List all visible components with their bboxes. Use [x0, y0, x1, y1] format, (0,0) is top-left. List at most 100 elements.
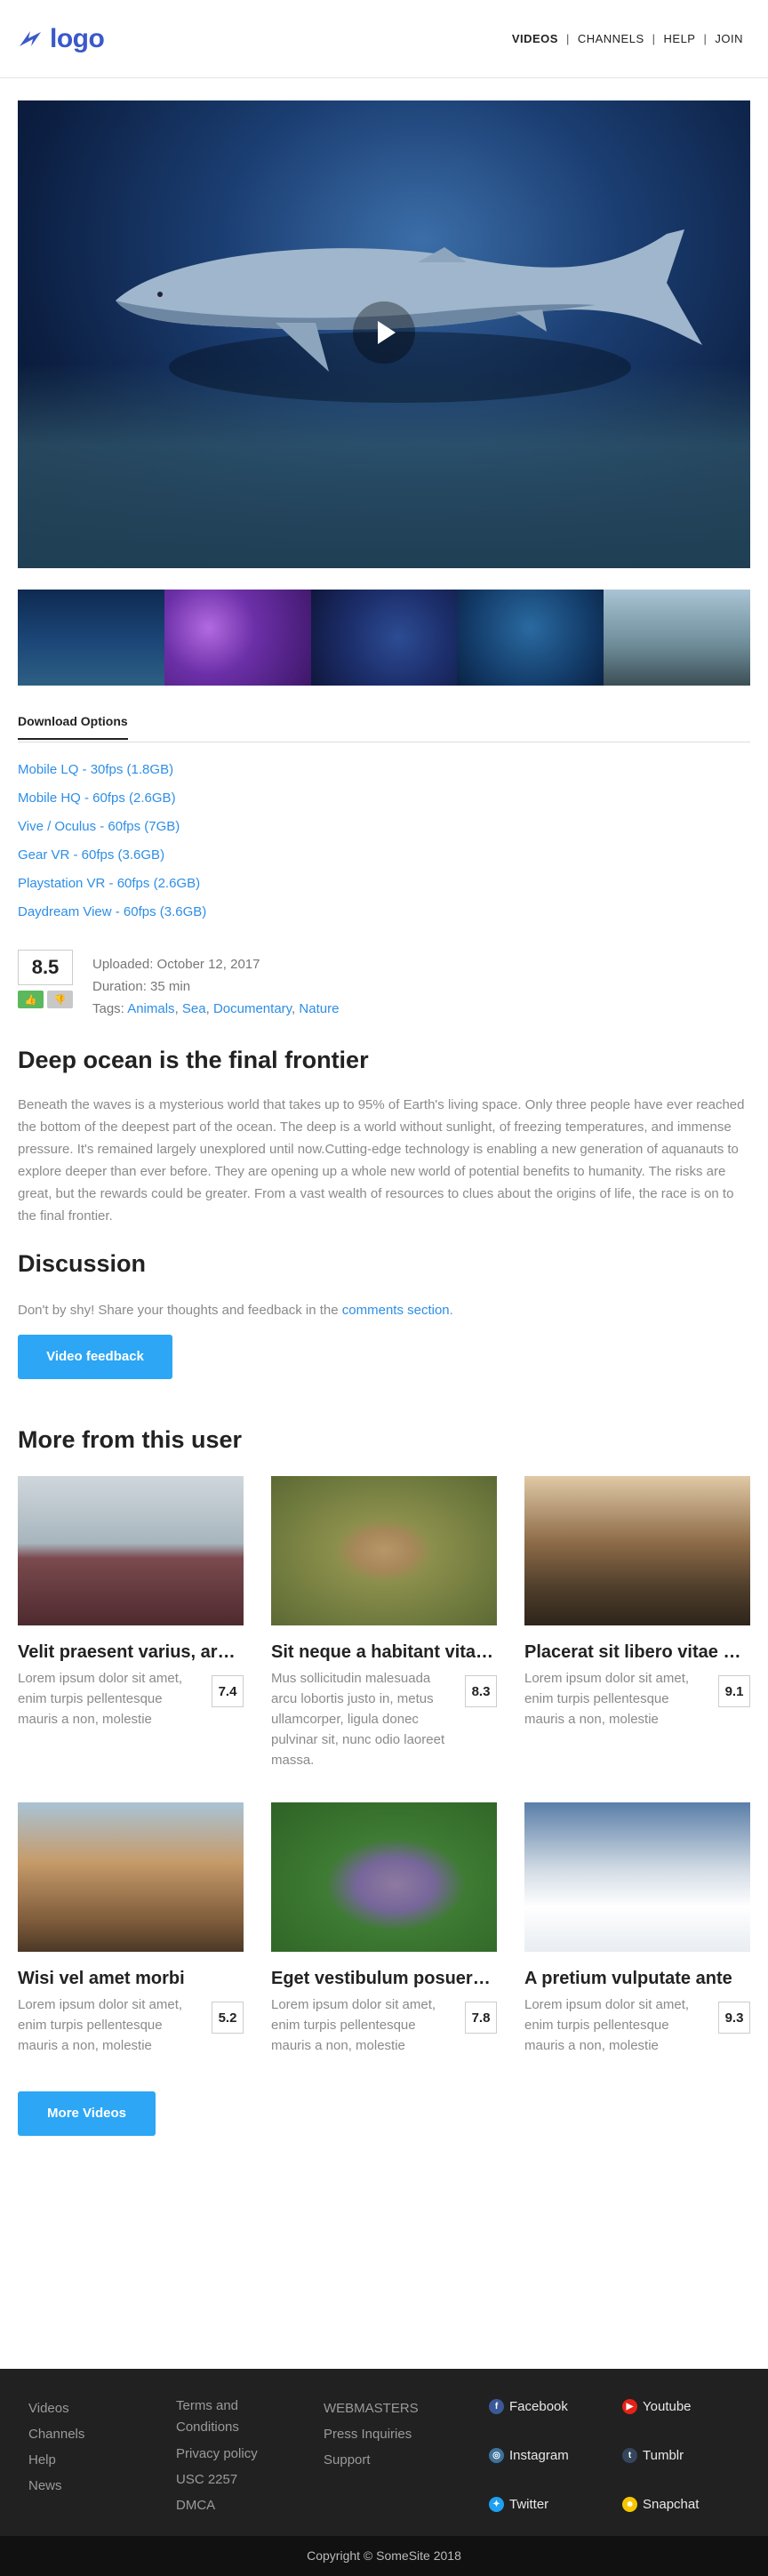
main-content: Download Options Mobile LQ - 30fps (1.8G… — [0, 100, 768, 2136]
site-header: logo VIDEOS | CHANNELS | HELP | JOIN — [0, 0, 768, 78]
social-label: Instagram — [509, 2447, 569, 2463]
footer-link[interactable]: WEBMASTERS — [324, 2395, 471, 2421]
footer-link[interactable]: Support — [324, 2447, 471, 2473]
thumbnail-1[interactable] — [18, 590, 164, 686]
copyright: Copyright © SomeSite 2018 — [0, 2536, 768, 2576]
card-thumbnail[interactable] — [271, 1476, 497, 1625]
video-card: Velit praesent varius, arcu... Lorem ips… — [18, 1476, 244, 1770]
download-link[interactable]: Playstation VR - 60fps (2.6GB) — [18, 870, 750, 898]
card-description: Lorem ipsum dolor sit amet, enim turpis … — [18, 1997, 183, 2053]
card-description: Lorem ipsum dolor sit amet, enim turpis … — [524, 1671, 690, 1727]
instagram-icon: ◎ — [489, 2447, 504, 2463]
card-score: 9.1 — [718, 1675, 750, 1707]
card-description: Lorem ipsum dolor sit amet, enim turpis … — [18, 1671, 183, 1727]
social-link-snapchat[interactable]: ☻ Snapchat — [622, 2496, 720, 2514]
more-videos-button[interactable]: More Videos — [18, 2091, 156, 2136]
thumbnail-5[interactable] — [604, 590, 750, 686]
download-link[interactable]: Mobile HQ - 60fps (2.6GB) — [18, 784, 750, 813]
tag-link[interactable]: Animals — [127, 1001, 174, 1016]
download-link[interactable]: Gear VR - 60fps (3.6GB) — [18, 841, 750, 870]
card-title[interactable]: A pretium vulputate ante — [524, 1969, 750, 1989]
site-footer: Videos Channels Help News Terms and Cond… — [0, 2369, 768, 2576]
facebook-icon: f — [489, 2398, 504, 2414]
thumbnail-2[interactable] — [164, 590, 311, 686]
nav-join[interactable]: JOIN — [715, 32, 743, 45]
discussion-text: Don't by shy! Share your thoughts and fe… — [18, 1303, 453, 1318]
video-meta: 8.5 👍 👎 Uploaded: October 12, 2017 Durat… — [18, 950, 750, 1020]
social-link-twitter[interactable]: ✦ Twitter — [489, 2496, 622, 2514]
download-tabs: Download Options — [18, 714, 750, 742]
footer-link[interactable]: Terms and Conditions — [176, 2395, 256, 2438]
video-info: Uploaded: October 12, 2017 Duration: 35 … — [92, 953, 339, 1020]
video-player[interactable] — [18, 100, 750, 568]
card-thumbnail[interactable] — [271, 1802, 497, 1952]
tags: Tags: Animals, Sea, Documentary, Nature — [92, 1001, 340, 1016]
card-score: 9.3 — [718, 2002, 750, 2034]
nav-videos[interactable]: VIDEOS — [512, 32, 558, 45]
download-link[interactable]: Mobile LQ - 30fps (1.8GB) — [18, 756, 750, 784]
tags-label: Tags: — [92, 1001, 128, 1016]
download-link[interactable]: Daydream View - 60fps (3.6GB) — [18, 898, 750, 927]
card-description: Lorem ipsum dolor sit amet, enim turpis … — [524, 1997, 690, 2053]
footer-link[interactable]: Privacy policy — [176, 2444, 324, 2465]
vote-buttons: 👍 👎 — [18, 991, 73, 1008]
play-button[interactable] — [353, 301, 415, 364]
site-logo[interactable]: logo — [18, 23, 105, 54]
footer-link[interactable]: DMCA — [176, 2495, 324, 2516]
thumbnail-4[interactable] — [457, 590, 604, 686]
rating-box: 8.5 👍 👎 — [18, 950, 73, 1020]
nav-channels[interactable]: CHANNELS — [578, 32, 644, 45]
logo-icon — [20, 30, 41, 46]
tag-link[interactable]: Nature — [299, 1001, 339, 1016]
social-label: Tumblr — [643, 2447, 684, 2463]
card-score: 7.4 — [212, 1675, 244, 1707]
thumbnail-strip — [18, 590, 750, 686]
footer-link[interactable]: Press Inquiries — [324, 2421, 471, 2447]
footer-link[interactable]: News — [28, 2473, 176, 2499]
footer-link[interactable]: Channels — [28, 2421, 176, 2447]
card-score: 8.3 — [465, 1675, 497, 1707]
social-label: Facebook — [509, 2398, 568, 2414]
card-title[interactable]: Wisi vel amet morbi — [18, 1969, 244, 1989]
card-title[interactable]: Velit praesent varius, arcu... — [18, 1642, 244, 1663]
comments-link[interactable]: comments section — [342, 1303, 450, 1318]
nav-help[interactable]: HELP — [664, 32, 696, 45]
card-title[interactable]: Eget vestibulum posuere l... — [271, 1969, 497, 1989]
social-links: f Facebook ▶ Youtube ◎ Instagram t Tumblr ✦ Twitt… — [489, 2397, 720, 2536]
social-label: Twitter — [509, 2497, 549, 2513]
card-title[interactable]: Sit neque a habitant vitae,... — [271, 1642, 497, 1663]
snapchat-icon: ☻ — [622, 2497, 637, 2513]
logo-text: logo — [50, 23, 105, 53]
social-link-instagram[interactable]: ◎ Instagram — [489, 2446, 622, 2464]
thumbs-down-icon: 👎 — [53, 994, 67, 1006]
footer-col-business: WEBMASTERS Press Inquiries Support — [324, 2395, 471, 2536]
card-score: 5.2 — [212, 2002, 244, 2034]
more-videos-grid: Velit praesent varius, arcu... Lorem ips… — [18, 1476, 750, 2056]
thumbs-up-button[interactable]: 👍 — [18, 991, 44, 1008]
download-link[interactable]: Vive / Oculus - 60fps (7GB) — [18, 813, 750, 841]
social-link-tumblr[interactable]: t Tumblr — [622, 2446, 720, 2464]
social-link-facebook[interactable]: f Facebook — [489, 2397, 622, 2415]
card-thumbnail[interactable] — [18, 1802, 244, 1952]
card-thumbnail[interactable] — [524, 1476, 750, 1625]
nav-separator: | — [703, 32, 708, 45]
social-link-youtube[interactable]: ▶ Youtube — [622, 2397, 720, 2415]
footer-link[interactable]: Videos — [28, 2395, 176, 2421]
video-feedback-button[interactable]: Video feedback — [18, 1335, 172, 1379]
card-score: 7.8 — [465, 2002, 497, 2034]
video-card: Wisi vel amet morbi Lorem ipsum dolor si… — [18, 1802, 244, 2056]
card-description: Lorem ipsum dolor sit amet, enim turpis … — [271, 1997, 436, 2053]
thumbnail-3[interactable] — [310, 590, 458, 686]
nav-separator: | — [565, 32, 570, 45]
tag-link[interactable]: Documentary — [213, 1001, 292, 1016]
download-list: Mobile LQ - 30fps (1.8GB) Mobile HQ - 60… — [18, 756, 750, 927]
footer-link[interactable]: USC 2257 — [176, 2469, 324, 2491]
card-title[interactable]: Placerat sit libero vitae at ... — [524, 1642, 750, 1663]
tag-link[interactable]: Sea — [182, 1001, 206, 1016]
tab-download-options[interactable]: Download Options — [18, 714, 128, 740]
footer-link[interactable]: Help — [28, 2447, 176, 2473]
thumbs-down-button[interactable]: 👎 — [47, 991, 73, 1008]
card-thumbnail[interactable] — [18, 1476, 244, 1625]
card-thumbnail[interactable] — [524, 1802, 750, 1952]
footer-columns: Videos Channels Help News Terms and Cond… — [0, 2369, 768, 2536]
